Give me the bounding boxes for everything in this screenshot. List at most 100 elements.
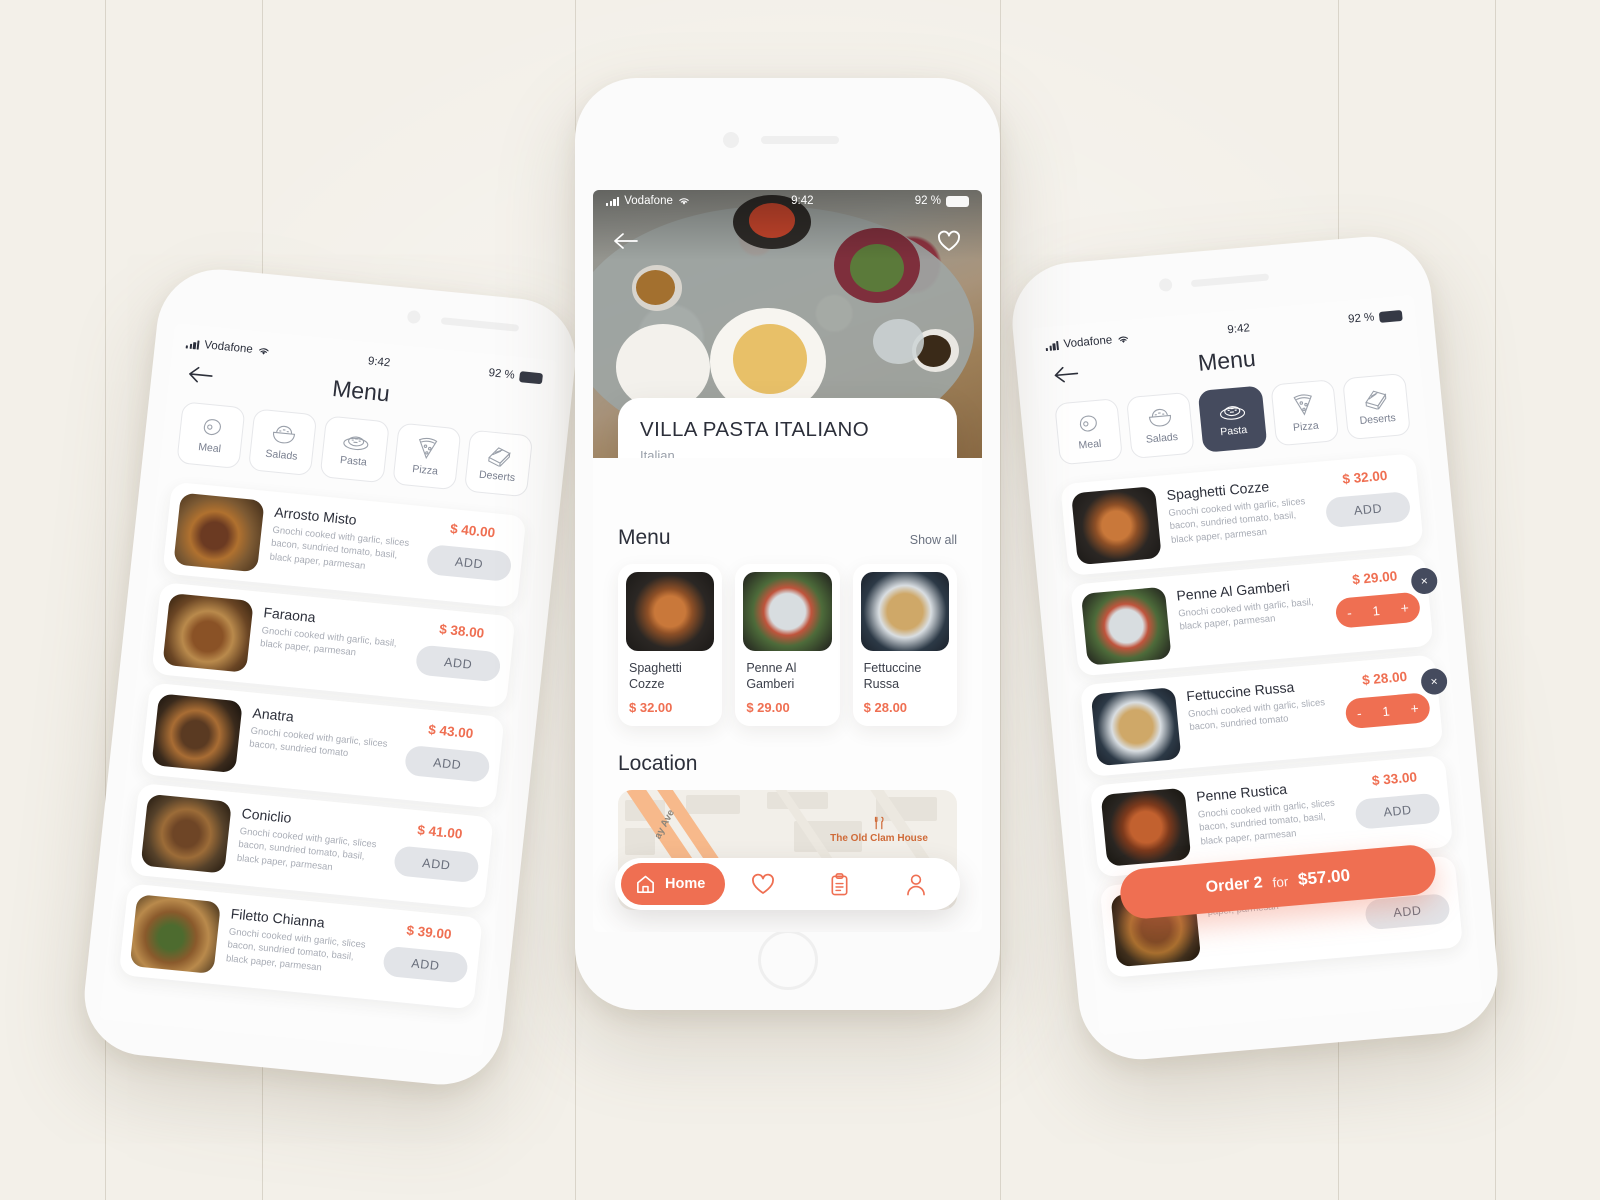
add-button[interactable]: ADD [1354,792,1441,830]
dish-price: $ 33.00 [1371,769,1418,789]
dish-price: $ 28.00 [1361,668,1408,688]
wifi-icon [679,198,689,205]
restaurant-cuisine: Italian [640,448,675,458]
add-button[interactable]: ADD [403,744,491,783]
dish-photo [860,572,949,651]
category-tab-salads[interactable]: Salads [1126,391,1196,459]
carrier-label: Vodafone [1063,334,1113,351]
dish-photo [1080,586,1172,666]
add-button[interactable]: ADD [392,845,480,884]
battery-icon [946,195,969,207]
dish-photo [151,693,243,774]
dish-photo [1071,486,1162,566]
add-button[interactable]: ADD [1324,491,1412,529]
dish-description: Gnochi cooked with garlic, slices bacon,… [269,524,410,572]
back-button-right[interactable] [1053,364,1081,389]
dish-price: $ 38.00 [438,621,485,641]
dish-price: $ 29.00 [746,700,790,715]
category-tab-label: Salads [1145,430,1179,446]
add-button[interactable]: ADD [1364,893,1451,931]
menu-section-title: Menu [618,526,671,549]
decrement-button[interactable]: - [1346,604,1352,620]
cake-slice-icon [1365,390,1387,411]
dish-price: $ 32.00 [629,700,673,715]
dish-card[interactable]: Penne Al Gamberi $ 29.00 [735,564,840,726]
category-tab-label: Pizza [411,463,439,478]
category-tab-pizza[interactable]: Pizza [1269,379,1340,447]
restaurant-hero: Vodafone 9:42 92 % VILLA PASTA ITALIANO … [593,190,982,458]
dish-description: Gnochi cooked with garlic, slices bacon,… [1167,496,1306,546]
dish-photo [626,572,715,651]
dish-card[interactable]: Spaghetti Cozze $ 32.00 [618,564,723,726]
add-button[interactable]: ADD [425,544,513,583]
increment-button[interactable]: + [1400,599,1410,616]
dish-price: $ 43.00 [427,721,475,742]
pasta-plate-icon [342,436,368,451]
add-button[interactable]: ADD [414,644,502,683]
battery-label: 92 % [914,195,941,207]
wifi-icon [1118,336,1128,343]
back-arrow-icon [1054,366,1079,383]
dish-description: Gnochi cooked with garlic, slices bacon,… [236,825,378,874]
dish-photo [1100,787,1192,867]
salad-bowl-icon [1148,408,1171,427]
heart-icon [752,873,775,894]
dish-price: $ 40.00 [449,521,496,541]
dish-photo [129,894,222,975]
tab-home[interactable]: Home [621,863,726,905]
order-connector-label: for [1271,873,1289,890]
dish-card-row: Spaghetti Cozze $ 32.00 Penne Al Gamberi $ … [618,564,957,726]
restaurant-marker-icon [874,817,884,830]
quantity-value: 1 [1381,703,1391,719]
tab-favorites[interactable] [725,873,801,895]
dish-card[interactable]: Fettuccine Russa $ 28.00 [852,564,957,726]
category-tab-label: Deserts [1359,411,1397,427]
back-button-center[interactable] [609,224,643,258]
tab-profile[interactable] [878,873,954,896]
meat-icon [1079,415,1097,432]
signal-icon [606,196,620,206]
home-icon [637,875,654,893]
quantity-stepper[interactable]: - 1 + [1334,591,1422,629]
status-bar-center: Vodafone 9:42 92 % [593,190,982,212]
category-tab-pasta[interactable]: Pasta [1198,385,1268,453]
pizza-slice-icon [419,437,438,460]
clock-label: 9:42 [367,355,391,370]
decrement-button[interactable]: - [1356,705,1362,721]
tab-orders[interactable] [802,872,878,896]
cake-slice-icon [488,447,511,468]
category-tab-pasta[interactable]: Pasta [319,415,390,484]
battery-icon [519,370,544,384]
dish-photo [140,793,232,874]
category-tab-label: Pizza [1292,419,1320,434]
pasta-plate-icon [1219,406,1245,420]
category-tab-label: Pasta [1219,423,1248,439]
favorite-button[interactable] [932,224,966,258]
quantity-stepper[interactable]: - 1 + [1344,692,1432,730]
menu-item[interactable]: Fettuccine Russa Gnochi cooked with garli… [1079,654,1449,777]
carrier-label: Vodafone [624,195,673,207]
map-poi-label: The Old Clam House [830,833,928,845]
dish-description: Gnochi cooked with garlic, slices bacon,… [1197,797,1336,848]
show-all-link[interactable]: Show all [910,533,957,547]
back-button-left[interactable] [186,365,214,390]
dish-price: $ 29.00 [1351,568,1398,588]
quantity-value: 1 [1371,602,1381,619]
order-count-label: Order 2 [1204,874,1264,897]
increment-button[interactable]: + [1410,700,1420,717]
dish-photo [162,593,254,673]
dish-photo [743,572,832,651]
category-tab-meal[interactable]: Meal [1054,398,1124,466]
category-tab-pizza[interactable]: Pizza [391,422,462,491]
add-button[interactable]: ADD [382,945,469,984]
category-tab-deserts[interactable]: Deserts [463,429,534,498]
category-tab-deserts[interactable]: Deserts [1341,372,1411,441]
back-arrow-icon [189,366,213,383]
menu-item[interactable]: Spaghetti Cozze Gnochi cooked with garlic… [1060,453,1424,576]
menu-item[interactable]: Penne Al Gamberi Gnochi cooked with garli… [1069,553,1439,677]
category-tab-meal[interactable]: Meal [176,401,246,470]
category-tab-salads[interactable]: Salads [248,408,318,477]
location-section-title: Location [618,752,698,775]
clock-label: 9:42 [791,195,814,207]
heart-icon [938,230,960,251]
